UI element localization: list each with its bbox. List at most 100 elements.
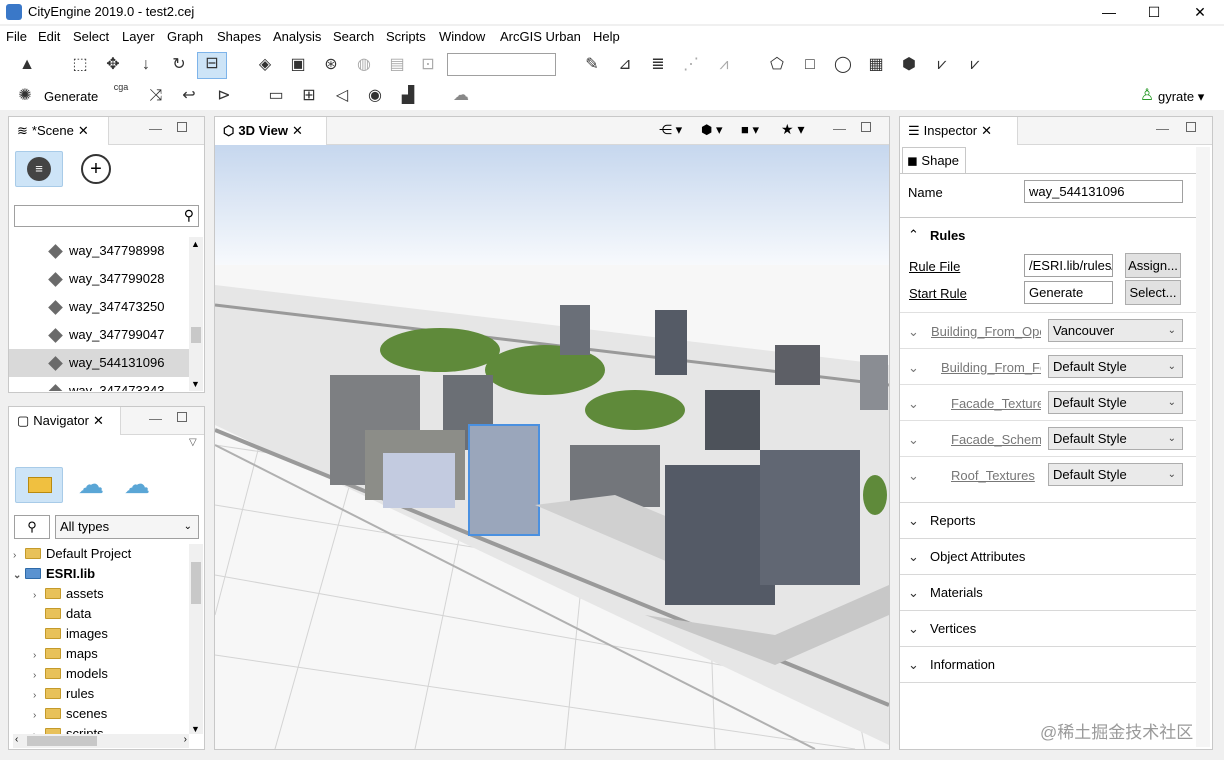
add-layer-button[interactable]: + bbox=[73, 151, 119, 187]
menu-layer[interactable]: Layer bbox=[122, 29, 155, 44]
rule-file-field[interactable]: /ESRI.lib/rules/ bbox=[1024, 254, 1113, 277]
tree-item[interactable]: data bbox=[33, 604, 91, 624]
align-terrain-icon[interactable]: ⩗ bbox=[931, 54, 953, 76]
close-button[interactable]: ✕ bbox=[1177, 0, 1223, 24]
draw-street-icon[interactable]: ⊿ bbox=[614, 54, 636, 76]
navigator-vscrollbar[interactable]: ▼ bbox=[189, 544, 203, 734]
select-tool-icon[interactable]: ▲ bbox=[16, 54, 38, 76]
reset-icon[interactable]: ↩ bbox=[178, 85, 200, 107]
select-button[interactable]: Select... bbox=[1125, 280, 1181, 305]
view-menu-icon[interactable]: ▽ bbox=[189, 437, 197, 448]
tab-3d-view[interactable]: ⬡ 3D View ✕ bbox=[215, 117, 327, 145]
scrollbar-thumb[interactable] bbox=[191, 562, 201, 604]
start-rule-field[interactable]: Generate bbox=[1024, 281, 1113, 304]
menu-search[interactable]: Search bbox=[333, 29, 374, 44]
attr-label[interactable]: Facade_Schema bbox=[951, 432, 1041, 447]
menu-graph[interactable]: Graph bbox=[167, 29, 203, 44]
close-tab-icon[interactable]: ✕ bbox=[981, 123, 992, 138]
cursor-icon[interactable]: ⊳ bbox=[213, 85, 235, 107]
scene-item[interactable]: way_347799047 bbox=[9, 321, 189, 349]
menu-window[interactable]: Window bbox=[439, 29, 485, 44]
scene-item-selected[interactable]: way_544131096 bbox=[9, 349, 189, 377]
section-vertices[interactable]: ⌄ Vertices bbox=[900, 610, 1196, 646]
start-rule-link[interactable]: Start Rule bbox=[909, 286, 967, 301]
menu-arcgis-urban[interactable]: ArcGIS Urban bbox=[500, 29, 581, 44]
align-shape-icon[interactable]: ⩗ bbox=[964, 54, 986, 76]
scroll-down-icon[interactable]: ▼ bbox=[191, 724, 200, 734]
tree-item[interactable]: › scenes bbox=[33, 704, 107, 724]
graph-icon[interactable]: ≣ bbox=[647, 54, 669, 76]
tree-item[interactable]: ⌄ ESRI.lib bbox=[13, 564, 95, 584]
tab-scene[interactable]: ≋ *Scene ✕ bbox=[9, 117, 109, 145]
section-object-attributes[interactable]: ⌄ Object Attributes bbox=[900, 538, 1196, 574]
section-materials[interactable]: ⌄ Materials bbox=[900, 574, 1196, 610]
maximize-panel-icon[interactable] bbox=[1186, 122, 1196, 132]
draw-polygon-icon[interactable]: ✎ bbox=[581, 54, 603, 76]
section-reports[interactable]: ⌄ Reports bbox=[900, 502, 1196, 538]
tree-item[interactable]: images bbox=[33, 624, 108, 644]
maximize-panel-icon[interactable] bbox=[861, 122, 871, 132]
move-tool-icon[interactable]: ✥ bbox=[102, 54, 124, 76]
minimize-panel-icon[interactable]: — bbox=[149, 411, 162, 426]
ruler-icon[interactable]: ▭ bbox=[265, 85, 287, 107]
cube-edit-icon[interactable]: ▤ bbox=[386, 54, 408, 76]
name-field[interactable]: way_544131096 bbox=[1024, 180, 1183, 203]
cga-icon[interactable]: cga bbox=[110, 82, 132, 104]
scene-search-input[interactable]: ⚲ bbox=[14, 205, 199, 227]
scene-scrollbar[interactable]: ▲ ▼ bbox=[189, 237, 203, 391]
minimize-button[interactable]: — bbox=[1086, 0, 1132, 24]
local-workspace-button[interactable] bbox=[15, 467, 63, 503]
scene-item[interactable]: way_347798998 bbox=[9, 237, 189, 265]
menu-scripts[interactable]: Scripts bbox=[386, 29, 426, 44]
close-tab-icon[interactable]: ✕ bbox=[93, 413, 104, 428]
shape-icon[interactable]: ▣ bbox=[287, 54, 309, 76]
scrollbar-thumb[interactable] bbox=[191, 327, 201, 343]
circle-icon[interactable]: ◯ bbox=[832, 54, 854, 76]
tree-item[interactable]: › assets bbox=[33, 584, 104, 604]
scrollbar-thumb[interactable] bbox=[27, 736, 97, 746]
bookmarks-menu-icon[interactable]: ★ ▾ bbox=[781, 121, 804, 138]
shadow-icon[interactable]: ▟ bbox=[397, 85, 419, 107]
maximize-panel-icon[interactable] bbox=[177, 412, 187, 422]
toolbar-input[interactable] bbox=[447, 53, 556, 76]
scroll-left-icon[interactable]: ‹ bbox=[15, 734, 18, 745]
attr-label[interactable]: Facade_Texture bbox=[951, 396, 1041, 411]
navigator-hscrollbar[interactable]: ‹ › bbox=[13, 734, 189, 748]
attr-label[interactable]: Building_From_Ope bbox=[931, 324, 1041, 339]
minimize-panel-icon[interactable]: — bbox=[1156, 121, 1169, 136]
user-name[interactable]: gyrate ▾ bbox=[1158, 89, 1204, 105]
layers-button[interactable]: ≡ bbox=[15, 151, 63, 187]
chevron-down-icon[interactable]: ⌄ bbox=[908, 432, 919, 448]
scroll-up-icon[interactable]: ▲ bbox=[191, 239, 200, 249]
arcgis-online-button[interactable]: ☁ bbox=[69, 467, 115, 503]
block-icon[interactable]: ⬢ bbox=[898, 54, 920, 76]
assign-button[interactable]: Assign... bbox=[1125, 253, 1181, 278]
orbit-icon[interactable]: ⊛ bbox=[320, 54, 342, 76]
visibility-menu-icon[interactable]: ⋲ ▾ bbox=[659, 122, 682, 138]
attr-select[interactable]: Default Style ⌄ bbox=[1048, 427, 1183, 450]
generate-button[interactable]: Generate bbox=[44, 89, 98, 104]
globe-icon[interactable]: ◍ bbox=[353, 54, 375, 76]
camera-menu-icon[interactable]: ■ ▾ bbox=[741, 122, 759, 138]
tree-item[interactable]: ›scripts bbox=[33, 724, 104, 734]
checker-icon[interactable]: ▦ bbox=[865, 54, 887, 76]
grow-street-icon[interactable]: ⋰ bbox=[680, 54, 702, 76]
chevron-down-icon[interactable]: ⌄ bbox=[908, 396, 919, 412]
attr-select[interactable]: Default Style ⌄ bbox=[1048, 463, 1183, 486]
scroll-down-icon[interactable]: ▼ bbox=[191, 379, 200, 389]
menu-shapes[interactable]: Shapes bbox=[217, 29, 261, 44]
rectangle-icon[interactable]: □ bbox=[799, 54, 821, 76]
rotate-tool-icon[interactable]: ↻ bbox=[168, 54, 190, 76]
close-tab-icon[interactable]: ✕ bbox=[78, 123, 89, 138]
view-corridor-icon[interactable]: ◁ bbox=[331, 85, 353, 107]
inspector-scrollbar[interactable] bbox=[1196, 147, 1210, 747]
attr-select[interactable]: Vancouver ⌄ bbox=[1048, 319, 1183, 342]
tab-inspector[interactable]: ☰ Inspector ✕ bbox=[900, 117, 1018, 145]
maximize-button[interactable]: ☐ bbox=[1131, 0, 1177, 24]
scale-tool-icon[interactable]: ⊟ bbox=[197, 52, 227, 79]
freehand-polygon-icon[interactable]: ⬠ bbox=[766, 54, 788, 76]
3d-viewport[interactable] bbox=[215, 145, 889, 749]
lock-icon[interactable]: ⊡ bbox=[417, 54, 439, 76]
tree-item[interactable]: › maps bbox=[33, 644, 98, 664]
viewshed-icon[interactable]: ◉ bbox=[364, 85, 386, 107]
